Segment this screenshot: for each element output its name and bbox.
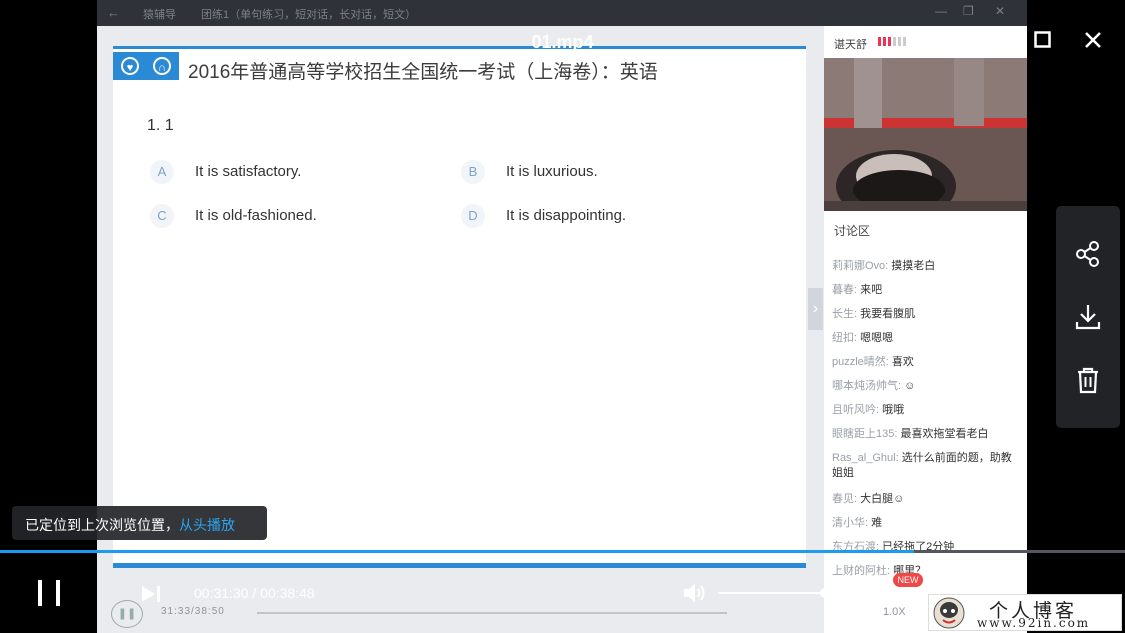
maximize-icon[interactable] xyxy=(1034,31,1051,48)
chat-user: 春见: xyxy=(832,493,858,505)
chat-user: 上财的阿杜: xyxy=(832,565,891,577)
streamer-panel: 谌天舒 讨论区 莉莉娜Ovo: 摸摸老白 暮春: 来吧 长生: 我要看腹肌 纽扣… xyxy=(824,26,1027,633)
chat-user: 纽扣: xyxy=(832,332,858,344)
resume-toast: 已定位到上次浏览位置，从头播放 xyxy=(12,506,267,540)
next-icon[interactable] xyxy=(140,584,164,604)
headphones-icon: ∩ xyxy=(153,57,171,75)
chat-list: 莉莉娜Ovo: 摸摸老白 暮春: 来吧 长生: 我要看腹肌 纽扣: 嗯嗯嗯 pu… xyxy=(832,240,1022,590)
option-c-letter: C xyxy=(150,204,174,228)
option-a-letter: A xyxy=(150,160,174,184)
chat-message: Ras_al_Ghul: 选什么前面的题，助教姐姐 xyxy=(832,451,1022,481)
chat-text: 难 xyxy=(871,517,883,529)
time-separator: / xyxy=(248,585,261,601)
recorded-pause-icon: ❚❚ xyxy=(111,600,143,628)
recorded-app-name: 猿辅导 xyxy=(143,9,176,21)
recorded-window-title: 团练1（单句练习，短对话，长对话，短文） xyxy=(201,9,417,21)
option-d-text: It is disappointing. xyxy=(506,207,627,224)
option-b-text: It is luxurious. xyxy=(506,163,598,180)
chat-message: 莉莉娜Ovo: 摸摸老白 xyxy=(832,259,1022,274)
recorded-progress xyxy=(257,612,727,614)
chat-text: 我要看腹肌 xyxy=(860,308,916,320)
chat-user: Ras_al_Ghul: xyxy=(832,452,899,464)
recorded-panel-toggle-icon: › xyxy=(808,288,823,330)
chat-text: 嗯嗯嗯 xyxy=(860,332,894,344)
chat-message: 上财的阿杜: 哪里？ xyxy=(832,564,1022,579)
chat-user: 暮春: xyxy=(832,284,858,296)
chat-user: 长生: xyxy=(832,308,858,320)
question-number: 1. 1 xyxy=(147,117,174,134)
recorded-back-icon: ← xyxy=(107,5,120,20)
chat-user: 莉莉娜Ovo: xyxy=(832,260,889,272)
recorded-maximize-icon: ❐ xyxy=(963,4,974,18)
option-c-text: It is old-fashioned. xyxy=(195,207,317,224)
chat-user: puzzle晴然: xyxy=(832,356,889,368)
chat-message: 长生: 我要看腹肌 xyxy=(832,307,1022,322)
chat-text: 喜欢 xyxy=(891,356,914,368)
chat-message: 暮春: 来吧 xyxy=(832,283,1022,298)
option-b-letter: B xyxy=(461,160,485,184)
chat-text: 摸摸老白 xyxy=(891,260,936,272)
heart-icon: ♥ xyxy=(121,57,139,75)
volume-handle[interactable] xyxy=(820,588,830,598)
current-time: 00:31:30 xyxy=(194,585,249,601)
toast-text: 已定位到上次浏览位置， xyxy=(25,517,179,533)
download-icon[interactable] xyxy=(1073,302,1103,332)
video-title: 01.mp4 xyxy=(531,32,594,52)
chat-message: 清小华: 难 xyxy=(832,516,1022,531)
chat-message: 纽扣: 嗯嗯嗯 xyxy=(832,331,1022,346)
chat-message: puzzle晴然: 喜欢 xyxy=(832,355,1022,370)
recorded-close-icon: ✕ xyxy=(995,4,1006,18)
watermark-logo xyxy=(933,597,965,629)
watermark: 个人博客 www.92in.com xyxy=(928,594,1122,631)
side-action-panel xyxy=(1056,206,1120,428)
chat-message: 且听风吟: 哦哦 xyxy=(832,403,1022,418)
option-d-letter: D xyxy=(461,204,485,228)
webcam-feed xyxy=(824,58,1027,211)
time-display: 00:31:30 / 00:38:48 xyxy=(194,585,315,601)
chat-user: 且听风吟: xyxy=(832,404,880,416)
play-from-start-link[interactable]: 从头播放 xyxy=(179,517,235,533)
option-a-text: It is satisfactory. xyxy=(195,163,302,180)
volume-icon[interactable] xyxy=(682,582,708,604)
trash-icon[interactable] xyxy=(1073,365,1103,395)
chat-text: 来吧 xyxy=(860,284,883,296)
slide-bottom-rule xyxy=(113,563,806,568)
slide-title: 2016年普通高等学校招生全国统一考试（上海卷）：英语 xyxy=(188,62,658,83)
lesson-slide: ♥ ∩ 2016年普通高等学校招生全国统一考试（上海卷）：英语 1. 1 A I… xyxy=(113,46,806,566)
chat-user: 眼瞎距上135: xyxy=(832,428,898,440)
close-icon[interactable] xyxy=(1084,31,1102,49)
total-time: 00:38:48 xyxy=(260,585,315,601)
chat-message: 春见: 大白腿☺ xyxy=(832,492,1022,507)
recorded-speed: 1.0X xyxy=(883,606,906,618)
progress-fill xyxy=(0,550,914,553)
toast-message: 已定位到上次浏览位置，从头播放 xyxy=(25,515,235,535)
chat-text: 哦哦 xyxy=(882,404,905,416)
volume-slider[interactable] xyxy=(718,592,826,594)
share-icon[interactable] xyxy=(1073,239,1103,269)
minimize-icon[interactable] xyxy=(984,32,1002,48)
watermark-url: www.92in.com xyxy=(977,616,1091,630)
chat-text: ☺ xyxy=(904,380,916,392)
recorded-time: 31:33/38:50 xyxy=(161,606,225,617)
slide-badge: ♥ ∩ xyxy=(113,52,179,80)
new-badge: NEW xyxy=(893,573,923,587)
chat-text: 大白腿☺ xyxy=(860,493,905,505)
recorded-window-titlebar: ← 猿辅导 团练1（单句练习，短对话，长对话，短文） — ❐ ✕ xyxy=(97,0,1027,26)
pause-icon[interactable] xyxy=(36,579,62,607)
chat-user: 清小华: xyxy=(832,517,869,529)
chat-message: 眼瞎距上135: 最喜欢拖堂看老白 xyxy=(832,427,1022,442)
chat-message: 哪本炖汤帅气: ☺ xyxy=(832,379,1022,394)
discussion-label: 讨论区 xyxy=(834,224,871,238)
chat-text: 最喜欢拖堂看老白 xyxy=(900,428,989,440)
recorded-minimize-icon: — xyxy=(935,4,947,18)
chat-user: 哪本炖汤帅气: xyxy=(832,380,902,392)
